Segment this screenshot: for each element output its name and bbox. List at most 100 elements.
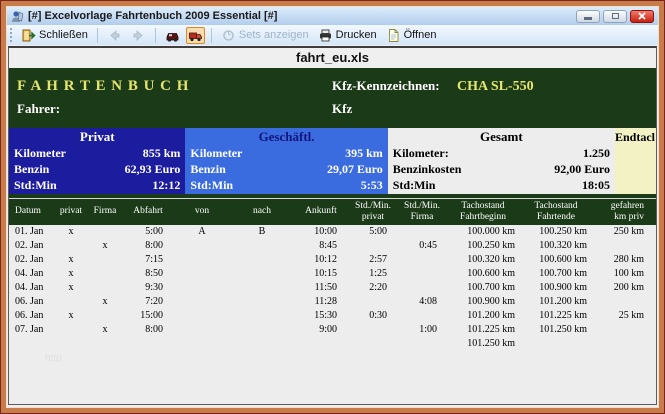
show-sets-button[interactable]: Sets anzeigen — [218, 27, 312, 44]
printer-icon — [319, 29, 331, 41]
car-icon — [166, 32, 179, 42]
panel-gesamt: Gesamt Kilometer: 1.250 Benzinkosten 92,00… — [387, 128, 615, 194]
table-cell: 101.200 km — [539, 296, 587, 307]
table-row[interactable]: 02. Jan x 7:15 10:12 2:57 100.320 km 100.600 k… — [9, 253, 656, 267]
table-cell: 200 km — [613, 282, 644, 293]
toolbar-separator — [96, 27, 98, 43]
forward-button[interactable] — [128, 27, 149, 44]
panel-geschaeftl: Geschäftl. Kilometer 395 km Benzin 29,07 E… — [185, 128, 388, 194]
column-header: Std./Min. Firma — [404, 200, 440, 222]
panel-gesamt-title: Gesamt — [480, 129, 523, 144]
table-cell — [87, 267, 123, 281]
toolbar-grip[interactable] — [10, 28, 13, 42]
show-sets-label: Sets anzeigen — [238, 29, 309, 41]
open-button[interactable]: Öffnen — [383, 27, 440, 44]
table-cell: 100.900 km — [467, 296, 515, 307]
table-cell: 101.250 km — [539, 324, 587, 335]
column-header: Std./Min. privat — [355, 200, 391, 222]
document-area: fahrt_eu.xls F A H R T E N B U C H Kfz-K… — [8, 46, 657, 405]
table-row[interactable]: 06. Jan x 15:00 15:30 0:30 101.200 km 101.225 … — [9, 309, 656, 323]
panel-privat: Privat Kilometer 855 km Benzin 62,93 Euro … — [9, 128, 186, 194]
table-cell: 01. Jan — [15, 226, 44, 237]
stat-value: 395 km — [345, 146, 383, 160]
table-cell: 10:15 — [314, 268, 337, 279]
table-cell: 9:00 — [319, 324, 337, 335]
watermark: http — [45, 353, 62, 364]
stat-value: 5:53 — [360, 178, 383, 192]
table-cell: x — [68, 310, 74, 321]
table-row[interactable]: 04. Jan x 8:50 10:15 1:25 100.600 km 100.700 k… — [9, 267, 656, 281]
stat-value: 92,00 Euro — [554, 162, 610, 176]
table-cell — [173, 337, 231, 351]
application-window: [#] Excelvorlage Fahrtenbuch 2009 Essent… — [6, 6, 659, 408]
maximize-button[interactable] — [603, 9, 627, 23]
table-cell: 101.200 km — [467, 310, 515, 321]
close-button[interactable] — [630, 9, 654, 23]
toolbar-separator — [154, 27, 156, 43]
table-row[interactable]: 02. Jan x 8:00 8:45 0:45 100.250 km 100.320 km — [9, 239, 656, 253]
table-cell: 8:50 — [145, 268, 163, 279]
table-cell — [55, 239, 87, 253]
back-button[interactable] — [104, 27, 125, 44]
table-cell: 04. Jan — [15, 268, 44, 279]
minimize-button[interactable] — [576, 9, 600, 23]
table-cell — [349, 323, 397, 337]
table-cell — [231, 337, 293, 351]
column-header: Datum — [15, 206, 41, 217]
summary-panels: Privat Kilometer 855 km Benzin 62,93 Euro … — [9, 128, 656, 194]
close-file-button[interactable]: Schließen — [18, 27, 91, 44]
table-cell: 100.700 km — [467, 282, 515, 293]
table-row[interactable]: 101.250 km — [9, 337, 656, 351]
stat-label: Kilometer: — [392, 146, 449, 160]
column-header: Tachostand Fahrtbeginn — [460, 200, 506, 222]
table-cell — [9, 337, 55, 351]
table-cell — [293, 337, 349, 351]
table-cell: 101.250 km — [467, 338, 515, 349]
table-row[interactable]: 01. Jan x 5:00 A B 10:00 5:00 100.000 km 100.250… — [9, 225, 656, 239]
table-row[interactable]: 07. Jan x 8:00 9:00 1:00 101.225 km 101.250 km — [9, 323, 656, 337]
print-label: Drucken — [335, 29, 377, 41]
column-header: von — [194, 206, 210, 217]
table-row[interactable]: 04. Jan x 9:30 11:50 2:20 100.700 km 100.900 k… — [9, 281, 656, 295]
column-header: Tachostand Fahrtende — [534, 200, 578, 222]
table-cell — [231, 281, 293, 295]
logbook-title: F A H R T E N B U C H — [17, 78, 190, 94]
column-header: privat — [59, 206, 83, 217]
stat-label: Benzin — [14, 162, 50, 176]
table-cell — [349, 337, 397, 351]
table-cell — [593, 239, 646, 253]
toolbar: Schließen Sets anzeigen Drucken Öffnen — [7, 25, 658, 45]
table-cell: 100.000 km — [467, 226, 515, 237]
table-cell: 4:08 — [419, 296, 437, 307]
table-cell — [173, 295, 231, 309]
table-cell: 280 km — [613, 254, 644, 265]
table-cell: x — [102, 324, 108, 335]
table-cell: B — [258, 226, 266, 237]
table-cell — [231, 239, 293, 253]
vehicle-label: Kfz — [332, 101, 353, 116]
table-cell — [397, 253, 447, 267]
print-button[interactable]: Drucken — [315, 27, 380, 44]
table-cell — [173, 239, 231, 253]
table-cell: 10:00 — [314, 226, 337, 237]
table-cell — [231, 309, 293, 323]
table-header-row: Datum privat Firma Abfahrt von nach Ankunft Std… — [9, 199, 656, 225]
table-row[interactable]: 06. Jan x 7:20 11:28 4:08 100.900 km 101.200 k… — [9, 295, 656, 309]
table-cell: 9:30 — [145, 282, 163, 293]
column-header: Firma — [93, 206, 117, 217]
table-cell — [349, 295, 397, 309]
stat-label: Benzinkosten — [392, 162, 462, 176]
car-view-button[interactable] — [162, 27, 183, 44]
table-cell — [87, 281, 123, 295]
table-cell: 0:45 — [419, 240, 437, 251]
table-cell: 02. Jan — [15, 240, 44, 251]
table-cell — [87, 225, 123, 239]
open-file-icon — [388, 28, 399, 42]
table-cell: x — [102, 296, 108, 307]
table-cell — [397, 281, 447, 295]
close-icon — [638, 12, 646, 20]
table-cell: 2:57 — [369, 254, 387, 265]
truck-view-button[interactable] — [185, 26, 205, 44]
table-cell: 5:00 — [145, 226, 163, 237]
table-cell — [87, 337, 123, 351]
